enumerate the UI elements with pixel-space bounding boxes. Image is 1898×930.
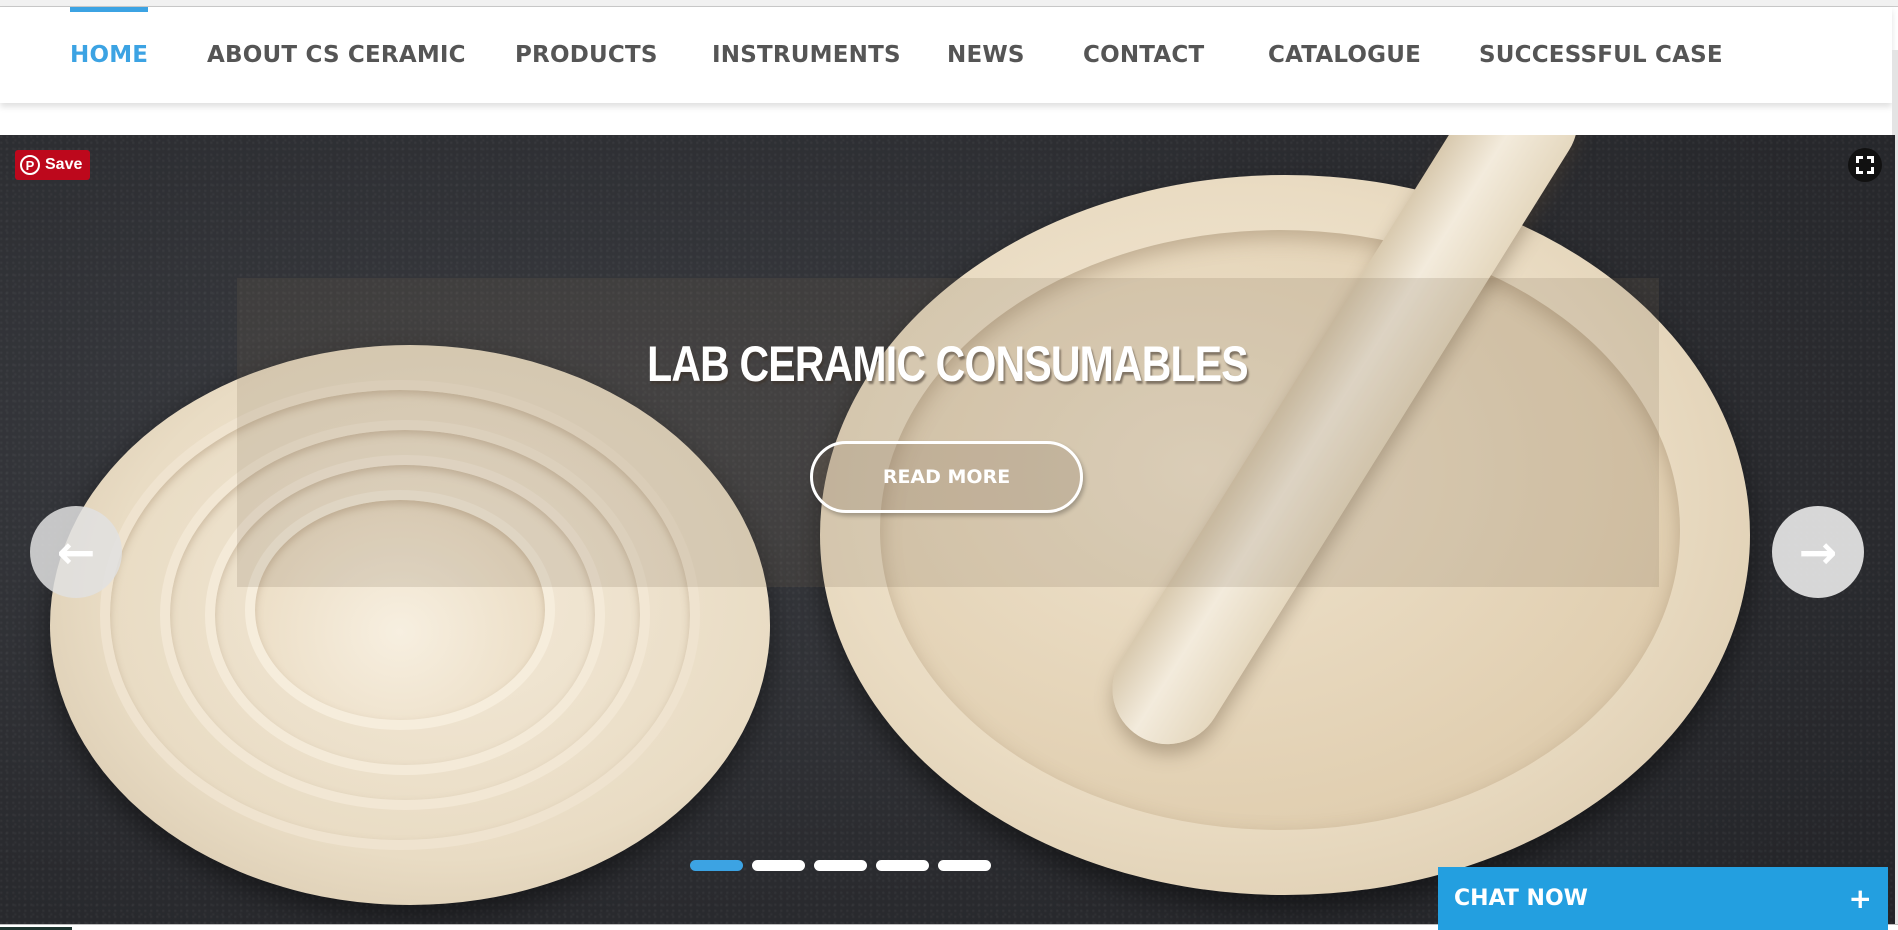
plus-icon[interactable]: + bbox=[1849, 882, 1872, 915]
nav-item-catalogue[interactable]: CATALOGUE bbox=[1268, 7, 1421, 103]
chat-now-label: CHAT NOW bbox=[1454, 886, 1588, 911]
caption-overlay bbox=[237, 278, 1659, 587]
nav-item-products[interactable]: PRODUCTS bbox=[515, 7, 658, 103]
browser-top-edge bbox=[0, 0, 1898, 7]
nav-item-instruments[interactable]: INSTRUMENTS bbox=[712, 7, 901, 103]
chat-now-widget[interactable]: CHAT NOW + bbox=[1438, 867, 1888, 930]
slider-next-button[interactable]: → bbox=[1772, 506, 1864, 598]
nav-item-successful-case[interactable]: SUCCESSFUL CASE bbox=[1479, 7, 1723, 103]
arrow-left-icon: ← bbox=[56, 525, 96, 579]
pinterest-save-label: Save bbox=[45, 156, 83, 173]
slider-pagination bbox=[690, 860, 991, 871]
slide-dot-5[interactable] bbox=[938, 860, 991, 871]
hero-slider: P Save LAB CERAMIC CONSUMABLES READ MORE… bbox=[0, 135, 1895, 924]
arrow-right-icon: → bbox=[1798, 525, 1838, 579]
nav-item-news[interactable]: NEWS bbox=[947, 7, 1025, 103]
read-more-button[interactable]: READ MORE bbox=[810, 441, 1083, 513]
nav-item-about[interactable]: ABOUT CS CERAMIC bbox=[207, 7, 466, 103]
nav-item-contact[interactable]: CONTACT bbox=[1083, 7, 1204, 103]
slider-prev-button[interactable]: ← bbox=[30, 506, 122, 598]
slide-dot-2[interactable] bbox=[752, 860, 805, 871]
pinterest-save-button[interactable]: P Save bbox=[15, 150, 90, 180]
slide-dot-3[interactable] bbox=[814, 860, 867, 871]
slide-dot-1[interactable] bbox=[690, 860, 743, 871]
nav-item-home[interactable]: HOME bbox=[70, 7, 149, 103]
slide-dot-4[interactable] bbox=[876, 860, 929, 871]
pinterest-icon: P bbox=[20, 155, 40, 175]
fullscreen-icon bbox=[1856, 156, 1874, 174]
main-navigation: HOME ABOUT CS CERAMIC PRODUCTS INSTRUMEN… bbox=[0, 7, 1892, 103]
fullscreen-button[interactable] bbox=[1848, 148, 1882, 182]
hero-title: LAB CERAMIC CONSUMABLES bbox=[647, 336, 1249, 392]
